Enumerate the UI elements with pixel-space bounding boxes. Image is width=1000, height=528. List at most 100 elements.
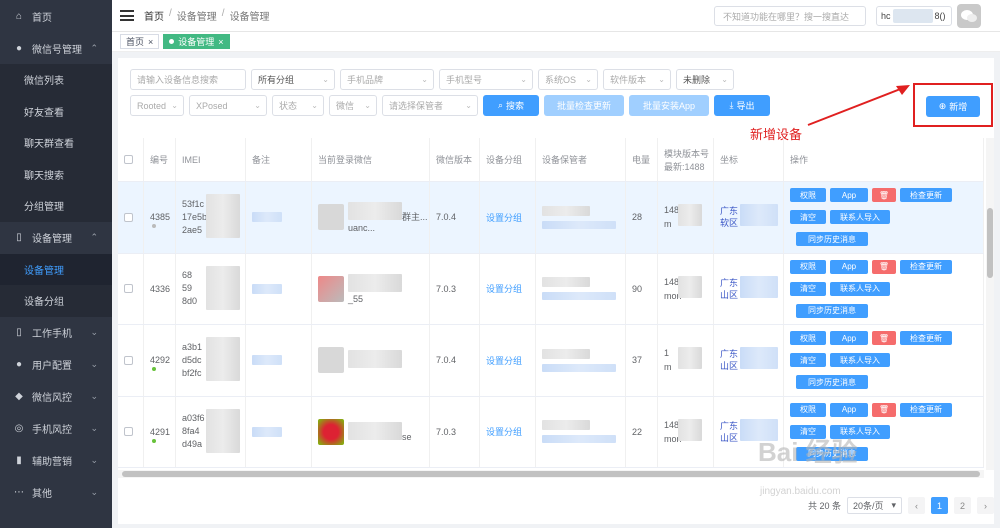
app-button[interactable]: App	[830, 188, 868, 203]
sidebar-subitem[interactable]: 微信列表	[0, 64, 112, 96]
close-icon[interactable]: ×	[218, 37, 223, 47]
delete-button[interactable]: 🗑	[872, 402, 896, 417]
sync-history-button[interactable]: 同步历史消息	[796, 375, 868, 390]
sidebar-item-0[interactable]: ⌂ 首页	[0, 0, 112, 32]
coordinate-text[interactable]: 软区	[720, 217, 738, 229]
sync-history-button[interactable]: 同步历史消息	[796, 303, 868, 318]
app-button[interactable]: App	[830, 331, 868, 346]
filter-field-2[interactable]: 手机品牌 ⌄	[340, 69, 434, 90]
tag-home[interactable]: 首页 ×	[120, 34, 160, 49]
sync-history-button[interactable]: 同步历史消息	[796, 232, 868, 247]
sidebar-subitem[interactable]: 聊天搜索	[0, 158, 112, 190]
sidebar-subitem[interactable]: 聊天群查看	[0, 127, 112, 159]
page-1-button[interactable]: 1	[931, 497, 949, 514]
permission-button[interactable]: 权限	[790, 259, 826, 274]
vertical-scrollbar[interactable]	[986, 138, 994, 470]
horizontal-scrollbar[interactable]	[118, 470, 984, 478]
table-row[interactable]: 4292 a3b1 d5dc bf2fc 7.0.4 设置分组 37 1 m 广东 山区 权限 App 🗑…	[118, 325, 984, 397]
filter-select-1[interactable]: XPosed ⌄	[189, 95, 267, 116]
clear-button[interactable]: 清空	[790, 210, 826, 225]
batch-check-update-button[interactable]: 批量检查更新	[544, 95, 624, 116]
coordinate-text[interactable]: 广东	[720, 205, 738, 217]
filter-select-4[interactable]: 请选择保管者 ⌄	[382, 95, 478, 116]
import-contacts-button[interactable]: 联系人导入	[830, 210, 890, 225]
check-update-button[interactable]: 检查更新	[900, 402, 952, 417]
coordinate-text[interactable]: 广东	[720, 420, 738, 432]
table-row[interactable]: 4385 53f1c 17e5b 2ae5 群主... uanc... 7.0.4 设置分组 2…	[118, 182, 984, 254]
page-size-select[interactable]: 20条/页 ▾	[847, 497, 903, 514]
close-icon[interactable]: ×	[148, 37, 153, 47]
sidebar-item-5[interactable]: ◆ 微信风控 ⌄	[0, 381, 112, 413]
row-checkbox[interactable]	[124, 355, 133, 365]
set-group-link[interactable]: 设置分组	[486, 425, 522, 438]
user-account-box[interactable]: hc 8()	[876, 6, 952, 26]
check-update-button[interactable]: 检查更新	[900, 331, 952, 346]
delete-button[interactable]: 🗑	[872, 259, 896, 274]
sidebar-item-1[interactable]: ● 微信号管理 ⌃	[0, 32, 112, 64]
next-page-button[interactable]: ›	[977, 497, 995, 514]
set-group-link[interactable]: 设置分组	[486, 354, 522, 367]
row-checkbox[interactable]	[124, 427, 133, 437]
sidebar-subitem[interactable]: 设备分组	[0, 285, 112, 317]
menu-toggle-icon[interactable]	[120, 10, 134, 21]
import-contacts-button[interactable]: 联系人导入	[830, 281, 890, 296]
breadcrumb-device-mgmt[interactable]: 设备管理	[177, 8, 217, 23]
sidebar-item-7[interactable]: ▮ 辅助营销 ⌄	[0, 445, 112, 477]
delete-button[interactable]: 🗑	[872, 188, 896, 203]
check-update-button[interactable]: 检查更新	[900, 188, 952, 203]
filter-select-0[interactable]: Rooted ⌄	[130, 95, 184, 116]
filter-field-0[interactable]: 请输入设备信息搜索	[130, 69, 246, 90]
add-device-button[interactable]: ⊕ 新增	[926, 96, 980, 117]
export-button[interactable]: ⤓ 导出	[714, 95, 770, 116]
prev-page-button[interactable]: ‹	[908, 497, 926, 514]
permission-button[interactable]: 权限	[790, 188, 826, 203]
check-update-button[interactable]: 检查更新	[900, 259, 952, 274]
coordinate-text[interactable]: 广东	[720, 348, 738, 360]
select-all-checkbox[interactable]	[124, 155, 133, 164]
filter-select-2[interactable]: 状态 ⌄	[272, 95, 324, 116]
sidebar-subitem[interactable]: 好友查看	[0, 95, 112, 127]
coordinate-text[interactable]: 山区	[720, 432, 738, 444]
app-button[interactable]: App	[830, 259, 868, 274]
filter-select-3[interactable]: 微信 ⌄	[329, 95, 377, 116]
filter-field-6[interactable]: 未删除 ⌄	[676, 69, 734, 90]
filter-field-4[interactable]: 系统OS ⌄	[538, 69, 598, 90]
tag-device-mgmt[interactable]: 设备管理 ×	[163, 34, 230, 49]
search-button[interactable]: ⌕ 搜索	[483, 95, 539, 116]
sidebar-item-4[interactable]: ● 用户配置 ⌄	[0, 349, 112, 381]
set-group-link[interactable]: 设置分组	[486, 211, 522, 224]
sidebar-item-6[interactable]: ◎ 手机风控 ⌄	[0, 413, 112, 445]
sidebar-subitem[interactable]: 设备管理	[0, 253, 112, 285]
set-group-link[interactable]: 设置分组	[486, 282, 522, 295]
clear-button[interactable]: 清空	[790, 281, 826, 296]
checkbox-cell	[118, 253, 144, 324]
sidebar-item-8[interactable]: ⋯ 其他 ⌄	[0, 477, 112, 509]
row-checkbox[interactable]	[124, 212, 133, 222]
filter-field-5[interactable]: 软件版本 ⌄	[603, 69, 671, 90]
sidebar-item-2[interactable]: ▯ 设备管理 ⌃	[0, 222, 112, 254]
chevron-down-icon: ⌄	[311, 101, 318, 110]
wechat-avatar	[318, 347, 344, 374]
permission-button[interactable]: 权限	[790, 331, 826, 346]
filter-field-3[interactable]: 手机型号 ⌄	[439, 69, 533, 90]
page-2-button[interactable]: 2	[954, 497, 972, 514]
id-cell: 4385	[144, 182, 176, 253]
clear-button[interactable]: 清空	[790, 353, 826, 368]
batch-install-app-button[interactable]: 批量安装App	[629, 95, 709, 116]
table-row[interactable]: 4336 68 59 8d0 _55 7.0.3 设置分组 90 148 mon 广东 山区 权限 App…	[118, 253, 984, 325]
filter-field-1[interactable]: 所有分组 ⌄	[251, 69, 335, 90]
breadcrumb-home[interactable]: 首页	[144, 8, 164, 23]
avatar[interactable]	[957, 4, 981, 28]
coordinate-text[interactable]: 山区	[720, 289, 738, 301]
feature-search-input[interactable]: 不知道功能在哪里？搜一搜直达	[714, 6, 866, 26]
import-contacts-button[interactable]: 联系人导入	[830, 353, 890, 368]
redacted-module	[678, 418, 702, 441]
permission-button[interactable]: 权限	[790, 402, 826, 417]
app-button[interactable]: App	[830, 402, 868, 417]
coordinate-text[interactable]: 山区	[720, 360, 738, 372]
row-checkbox[interactable]	[124, 284, 133, 294]
coordinate-text[interactable]: 广东	[720, 277, 738, 289]
sidebar-subitem[interactable]: 分组管理	[0, 190, 112, 222]
sidebar-item-3[interactable]: ▯ 工作手机 ⌄	[0, 317, 112, 349]
delete-button[interactable]: 🗑	[872, 331, 896, 346]
